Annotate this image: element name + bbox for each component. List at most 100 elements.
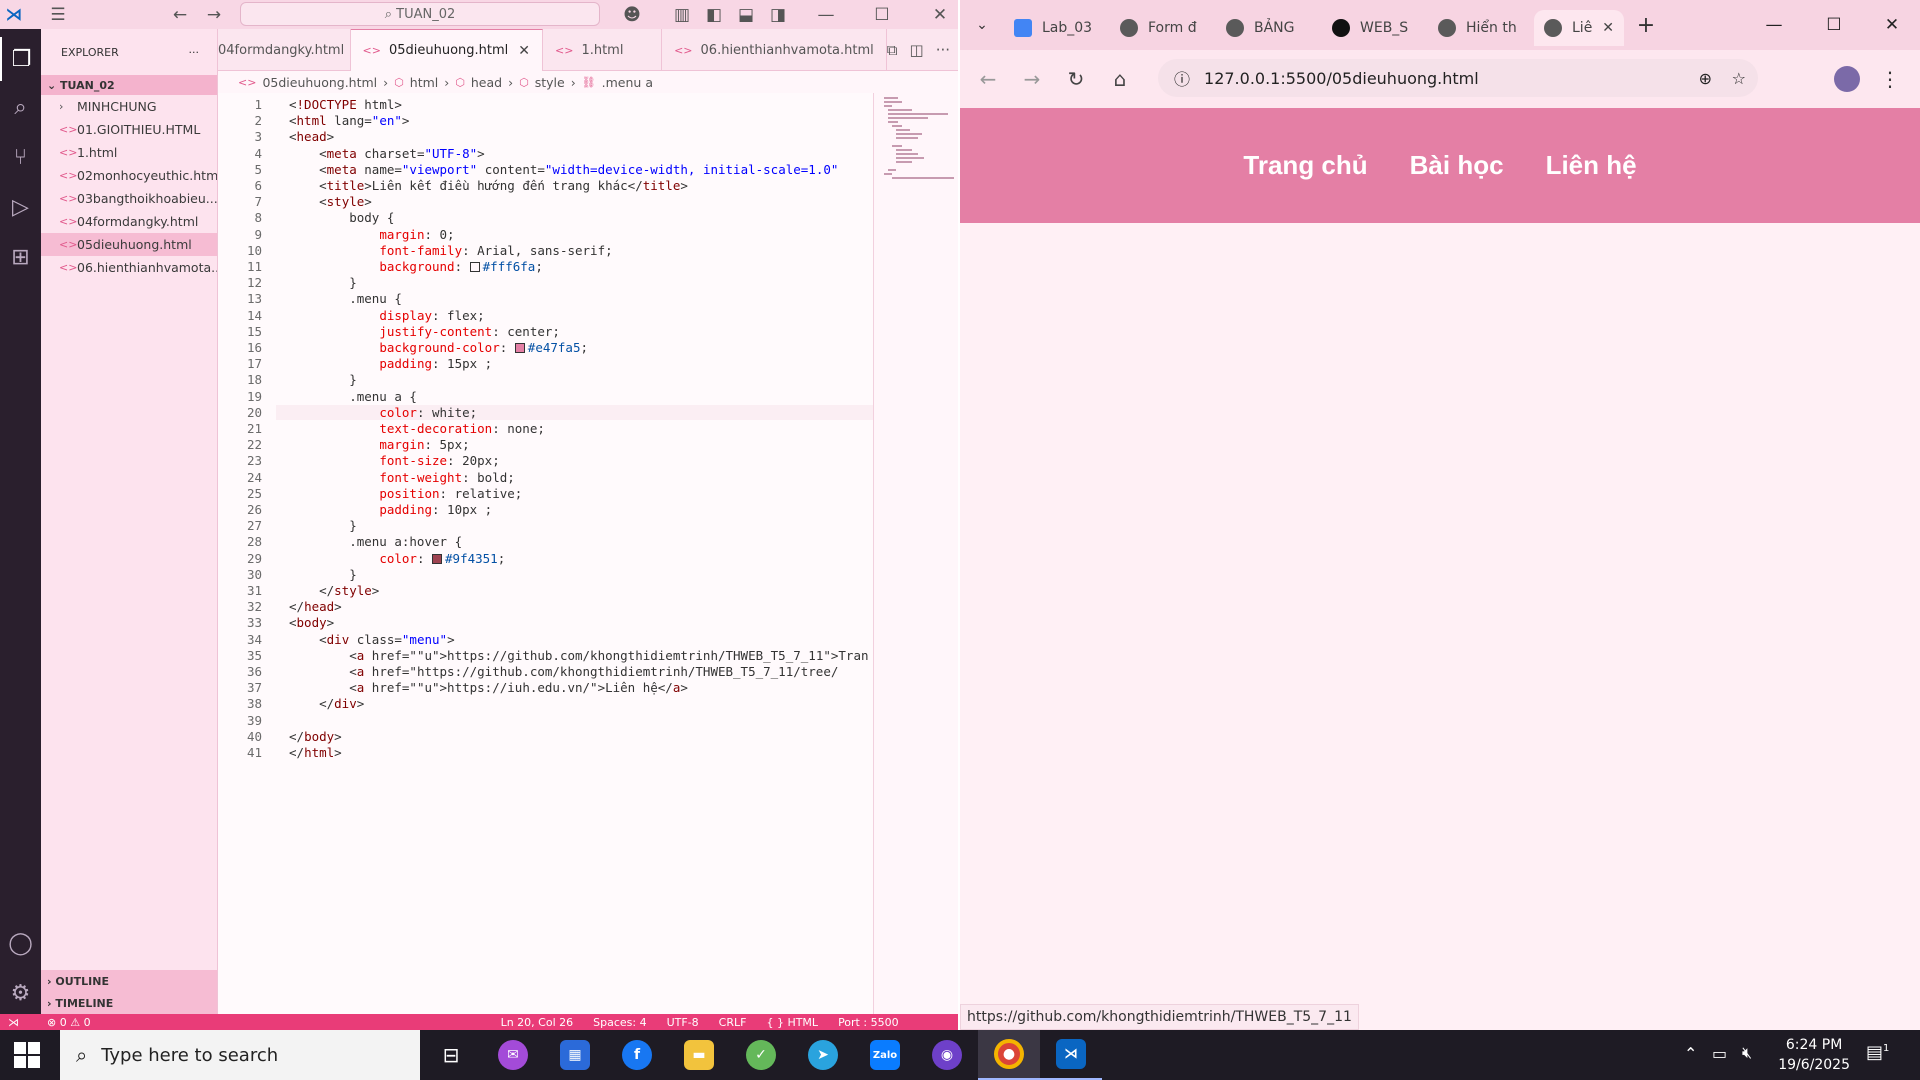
code-line[interactable]: background: #fff6fa; (289, 259, 543, 274)
code-line[interactable]: font-weight: bold; (289, 470, 514, 485)
maximize-icon[interactable]: ☐ (868, 1, 896, 29)
code-editor[interactable]: 1 <!DOCTYPE html> 2 <html lang="en"> 3 <head>… (218, 93, 873, 1014)
kebab-menu-icon[interactable]: ⋮ (1880, 67, 1900, 91)
tab-1html[interactable]: <> 1.html (543, 29, 663, 71)
system-clock[interactable]: 6:24 PM 19/6/2025 (1778, 1035, 1850, 1075)
code-line[interactable]: color: white; (276, 404, 873, 420)
back-arrow-icon[interactable]: ← (966, 57, 1010, 101)
code-line[interactable]: </head> (289, 599, 342, 614)
file-item-selected[interactable]: <> 05dieuhuong.html (41, 233, 217, 256)
code-line[interactable]: <a href=""u">https://iuh.edu.vn/">Liên h… (289, 680, 688, 695)
breadcrumb-item[interactable]: head (471, 75, 502, 90)
more-actions-icon[interactable]: ··· (189, 46, 200, 59)
code-line[interactable]: </style> (289, 583, 379, 598)
minimize-icon[interactable]: — (1746, 0, 1802, 50)
code-line[interactable]: </html> (289, 745, 342, 760)
breadcrumb-item[interactable]: style (535, 75, 565, 90)
explorer-icon[interactable]: ❐ (0, 37, 41, 81)
code-line[interactable]: justify-content: center; (289, 324, 560, 339)
vscode-icon[interactable]: ⋊ (1040, 1030, 1102, 1080)
code-line[interactable]: padding: 15px ; (289, 356, 492, 371)
folder-minhchung[interactable]: › MINHCHUNG (41, 95, 217, 118)
code-line[interactable]: <head> (289, 129, 334, 144)
minimize-icon[interactable]: — (812, 1, 840, 29)
file-item[interactable]: <> 02monhocyeuthic.html (41, 164, 217, 187)
file-item[interactable]: <> 1.html (41, 141, 217, 164)
toggle-panel-icon[interactable]: ⬓ (732, 1, 760, 29)
line-ending[interactable]: CRLF (719, 1016, 747, 1029)
reload-icon[interactable]: ↻ (1054, 57, 1098, 101)
address-bar[interactable]: ⓘ 127.0.0.1:5500/05dieuhuong.html ⊕ ☆ (1158, 59, 1758, 97)
github-desktop-icon[interactable]: ◉ (916, 1030, 978, 1080)
problems-indicator[interactable]: ⊗ 0 ⚠ 0 (47, 1016, 91, 1029)
open-preview-icon[interactable]: ⧉ (887, 41, 898, 59)
browser-tab[interactable]: Hiển th (1428, 10, 1534, 46)
tab-search-icon[interactable]: ⌄ (960, 17, 1004, 33)
file-item[interactable]: <> 06.hienthianhvamota.... (41, 256, 217, 279)
split-editor-icon[interactable]: ◫ (910, 41, 924, 59)
extensions-icon[interactable]: ⊞ (0, 235, 41, 279)
breadcrumb-item[interactable]: html (410, 75, 438, 90)
menu-link-lessons[interactable]: Bài học (1410, 150, 1504, 181)
notification-icon[interactable]: ▤1 (1866, 1042, 1889, 1063)
code-line[interactable]: </body> (289, 729, 342, 744)
profile-avatar[interactable] (1834, 66, 1860, 92)
breadcrumb-item[interactable]: .menu a (602, 75, 653, 90)
folder-tuan02[interactable]: ⌄ TUAN_02 (41, 75, 217, 95)
hamburger-menu-icon[interactable]: ☰ (44, 1, 72, 29)
maximize-icon[interactable]: ☐ (1806, 0, 1862, 50)
telegram-icon[interactable]: ➤ (792, 1030, 854, 1080)
close-tab-icon[interactable]: ✕ (1602, 20, 1614, 36)
code-line[interactable]: } (289, 275, 357, 290)
file-explorer-icon[interactable]: ▬ (668, 1030, 730, 1080)
code-line[interactable]: background-color: #e47fa5; (289, 340, 588, 355)
cursor-position[interactable]: Ln 20, Col 26 (501, 1016, 574, 1029)
indentation[interactable]: Spaces: 4 (593, 1016, 646, 1029)
settings-gear-icon[interactable]: ⚙ (0, 971, 41, 1015)
color-swatch[interactable] (469, 262, 480, 272)
source-control-icon[interactable]: ⑂ (0, 135, 41, 179)
code-line[interactable]: color: #9f4351; (289, 551, 505, 566)
breadcrumb-item[interactable]: 05dieuhuong.html (262, 75, 377, 90)
code-line[interactable]: } (289, 567, 357, 582)
zalo-icon[interactable]: Zalo (854, 1030, 916, 1080)
app-icon[interactable]: ✓ (730, 1030, 792, 1080)
browser-tab[interactable]: Lab_03 (1004, 10, 1110, 46)
live-server-port[interactable]: Port : 5500 (838, 1016, 899, 1029)
facebook-icon[interactable]: f (606, 1030, 668, 1080)
code-line[interactable]: <meta name="viewport" content="width=dev… (289, 162, 838, 177)
file-item[interactable]: <> 04formdangky.html (41, 210, 217, 233)
menu-link-contact[interactable]: Liên hệ (1546, 150, 1637, 181)
forward-arrow-icon[interactable]: → (1010, 57, 1054, 101)
account-icon[interactable]: ◯ (0, 921, 41, 965)
zoom-icon[interactable]: ⊕ (1699, 69, 1712, 88)
file-item[interactable]: <> 03bangthoikhoabieu.... (41, 187, 217, 210)
command-center-search[interactable]: ⌕ TUAN_02 (240, 2, 600, 26)
timeline-section[interactable]: › TIMELINE (41, 992, 217, 1014)
toggle-secondary-sidebar-icon[interactable]: ◨ (764, 1, 792, 29)
layout-toggle-icon[interactable]: ▥ (668, 1, 696, 29)
code-line[interactable]: margin: 5px; (289, 437, 469, 452)
search-icon[interactable]: ⌕ (0, 85, 41, 129)
code-line[interactable]: } (289, 518, 357, 533)
home-icon[interactable]: ⌂ (1098, 57, 1142, 101)
code-line[interactable]: <body> (289, 615, 334, 630)
code-line[interactable]: <a href=""u">https://github.com/khongthi… (289, 648, 868, 663)
code-line[interactable]: display: flex; (289, 308, 484, 323)
taskbar-search[interactable]: ⌕ Type here to search (60, 1030, 420, 1080)
code-line[interactable]: <title>Liên kết điều hướng đến trang khá… (289, 178, 688, 193)
browser-tab[interactable]: Form đ (1110, 10, 1216, 46)
code-line[interactable]: </div> (289, 696, 364, 711)
tray-chevron-icon[interactable]: ⌃ (1684, 1044, 1697, 1063)
code-line[interactable]: <div class="menu"> (289, 632, 455, 647)
code-line[interactable]: font-family: Arial, sans-serif; (289, 243, 612, 258)
forward-arrow-icon[interactable]: → (200, 1, 228, 29)
more-actions-icon[interactable]: ··· (936, 41, 950, 59)
code-line[interactable]: margin: 0; (289, 227, 454, 242)
minimap[interactable] (873, 93, 958, 1014)
chrome-icon[interactable]: ● (978, 1030, 1040, 1080)
toggle-sidebar-icon[interactable]: ◧ (700, 1, 728, 29)
browser-tab-active[interactable]: Liê ✕ (1534, 10, 1624, 46)
encoding[interactable]: UTF-8 (667, 1016, 699, 1029)
remote-icon[interactable]: ⋊ (0, 1016, 27, 1029)
